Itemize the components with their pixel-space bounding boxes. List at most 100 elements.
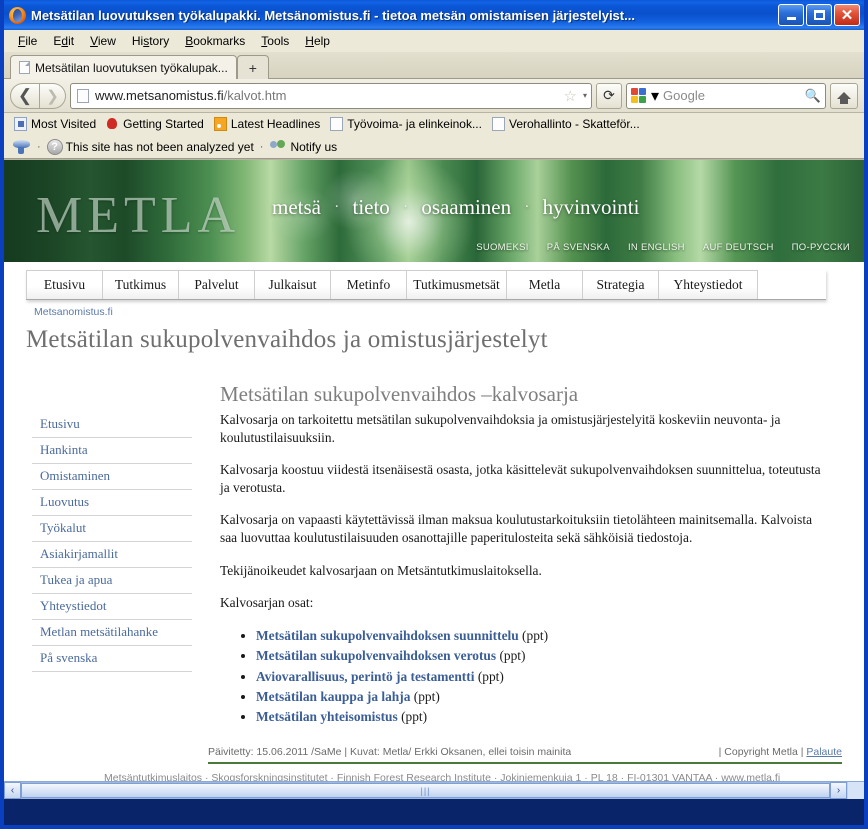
horizontal-scrollbar[interactable]: ‹ ||| ›	[4, 781, 864, 799]
nav-tab-tutkimus[interactable]: Tutkimus	[102, 270, 178, 299]
forward-button[interactable]: ❯	[40, 82, 66, 109]
lang-link-svenska[interactable]: PÅ SVENSKA	[547, 242, 610, 253]
sidebar-item-yhteystiedot[interactable]: Yhteystiedot	[32, 594, 192, 620]
slide-link-aviovarallisuus[interactable]: Aviovarallisuus, perintö ja testamentti	[256, 669, 474, 684]
back-button[interactable]: ❮	[10, 82, 40, 109]
page-footer: Päivitetty: 15.06.2011 /SaMe | Kuvat: Me…	[208, 746, 842, 764]
slide-format: (ppt)	[499, 648, 526, 664]
resize-grip[interactable]	[847, 782, 864, 799]
nav-tab-etusivu[interactable]: Etusivu	[26, 270, 102, 299]
sidebar-item-tyokalut[interactable]: Työkalut	[32, 516, 192, 542]
sidebar-nav: Etusivu Hankinta Omistaminen Luovutus Ty…	[32, 382, 192, 728]
notify-us-link[interactable]: Notify us	[290, 140, 337, 154]
search-icon[interactable]: 🔍	[805, 88, 821, 104]
nav-tab-strategia[interactable]: Strategia	[582, 270, 658, 299]
sidebar-item-hankinta[interactable]: Hankinta	[32, 438, 192, 464]
nav-tab-julkaisut[interactable]: Julkaisut	[254, 270, 330, 299]
sidebar-item-asiakirjamallit[interactable]: Asiakirjamallit	[32, 542, 192, 568]
bookmark-most-visited[interactable]: Most Visited	[12, 116, 102, 132]
sidebar-item-luovutus[interactable]: Luovutus	[32, 490, 192, 516]
slogan-word-3: osaaminen	[421, 195, 512, 219]
menu-item-view[interactable]: View	[82, 32, 124, 50]
tab-label: Metsätilan luovutuksen työkalupak...	[35, 60, 228, 75]
nav-tab-tutkimusmetsat[interactable]: Tutkimusmetsät	[406, 270, 506, 299]
wot-icon[interactable]	[12, 139, 31, 155]
tab-strip: Metsätilan luovutuksen työkalupak... +	[4, 52, 864, 79]
nav-tab-palvelut[interactable]: Palvelut	[178, 270, 254, 299]
reload-button[interactable]: ⟳	[596, 82, 622, 109]
content-paragraph-5: Kalvosarjan osat:	[220, 594, 314, 610]
metla-logo[interactable]: METLA	[36, 186, 240, 245]
home-button[interactable]	[830, 82, 858, 109]
getting-started-icon	[106, 117, 119, 131]
main-content: Metsätilan sukupolvenvaihdos –kalvosarja…	[192, 382, 846, 728]
search-input[interactable]: Google	[663, 88, 801, 103]
browser-chrome: FFileile Edit View History Bookmarks Too…	[4, 30, 864, 160]
slide-link-kauppa-ja-lahja[interactable]: Metsätilan kauppa ja lahja	[256, 689, 410, 704]
scrollbar-track[interactable]: |||	[21, 782, 830, 799]
search-engine-chevron-icon[interactable]: ▾	[651, 86, 659, 106]
site-identity-icon	[77, 88, 89, 103]
back-arrow-icon: ❮	[17, 85, 33, 105]
page-title: Metsätilan sukupolvenvaihdos ja omistusj…	[26, 326, 548, 353]
bookmark-star-icon[interactable]: ☆	[564, 87, 577, 105]
scroll-left-button[interactable]: ‹	[4, 782, 21, 799]
footer-feedback-link[interactable]: Palaute	[806, 746, 842, 758]
separator-dot: ·	[259, 140, 264, 153]
slide-link-yhteisomistus[interactable]: Metsätilan yhteisomistus	[256, 709, 398, 724]
sidebar-item-metlan-metsatilahanke[interactable]: Metlan metsätilahanke	[32, 620, 192, 646]
close-button[interactable]: ✕	[834, 4, 860, 26]
scroll-right-button[interactable]: ›	[830, 782, 847, 799]
maximize-button[interactable]	[806, 4, 832, 26]
menu-item-edit[interactable]: Edit	[45, 32, 82, 50]
slide-set-list: Metsätilan sukupolvenvaihdoksen suunnitt…	[220, 626, 830, 728]
chevron-down-icon[interactable]: ▾	[583, 91, 587, 100]
lang-link-russian[interactable]: ПО-РУССКИ	[792, 242, 850, 253]
list-item: Aviovarallisuus, perintö ja testamentti …	[256, 667, 830, 687]
menu-item-file[interactable]: FFileile	[10, 32, 45, 50]
navigation-toolbar: ❮ ❯ www.metsanomistus.fi/kalvot.htm ☆ ▾ …	[4, 79, 864, 113]
lang-link-english[interactable]: IN ENGLISH	[628, 242, 685, 253]
slogan-word-1: metsä	[272, 195, 321, 219]
menu-item-history[interactable]: History	[124, 32, 177, 50]
bookmark-latest-headlines[interactable]: Latest Headlines	[212, 116, 326, 132]
separator-dot: ·	[37, 140, 41, 153]
breadcrumb[interactable]: Metsanomistus.fi	[4, 300, 864, 318]
slogan-word-4: hyvinvointi	[542, 195, 640, 219]
banner-slogan: metsä · tieto · osaaminen · hyvinvointi	[272, 195, 639, 220]
bookmark-getting-started[interactable]: Getting Started	[104, 116, 210, 132]
lang-link-suomeksi[interactable]: SUOMEKSI	[476, 242, 529, 253]
menu-item-help[interactable]: Help	[297, 32, 338, 50]
lang-link-deutsch[interactable]: AUF DEUTSCH	[703, 242, 774, 253]
nav-tab-metinfo[interactable]: Metinfo	[330, 270, 406, 299]
people-icon	[269, 139, 287, 154]
menu-item-bookmarks[interactable]: Bookmarks	[177, 32, 253, 50]
nav-tab-yhteystiedot[interactable]: Yhteystiedot	[658, 270, 758, 299]
bookmark-label: Getting Started	[123, 117, 204, 131]
sidebar-item-omistaminen[interactable]: Omistaminen	[32, 464, 192, 490]
window-title: Metsätilan luovutuksen työkalupakki. Met…	[31, 7, 635, 23]
addon-status-text: This site has not been analyzed yet	[65, 139, 254, 154]
menu-item-tools[interactable]: Tools	[253, 32, 297, 50]
slide-link-suunnittelu[interactable]: Metsätilan sukupolvenvaihdoksen suunnitt…	[256, 628, 519, 643]
sidebar-item-pa-svenska[interactable]: På svenska	[32, 646, 192, 672]
browser-tab-active[interactable]: Metsätilan luovutuksen työkalupak...	[10, 55, 237, 79]
scrollbar-thumb[interactable]: |||	[21, 783, 830, 798]
browser-window: Metsätilan luovutuksen työkalupakki. Met…	[0, 0, 868, 829]
sidebar-item-etusivu[interactable]: Etusivu	[32, 412, 192, 438]
bookmark-verohallinto[interactable]: Verohallinto - Skatteför...	[490, 116, 646, 132]
minimize-button[interactable]	[778, 4, 804, 26]
question-mark-icon: ?	[46, 138, 63, 155]
new-tab-button[interactable]: +	[236, 55, 269, 79]
addon-status-bar: · ? This site has not been analyzed yet …	[4, 135, 864, 159]
nav-tab-metla[interactable]: Metla	[506, 270, 582, 299]
search-bar[interactable]: ▾ Google 🔍	[626, 82, 826, 109]
content-area: Etusivu Hankinta Omistaminen Luovutus Ty…	[4, 354, 864, 728]
address-bar[interactable]: www.metsanomistus.fi/kalvot.htm ☆ ▾	[70, 82, 592, 109]
language-links: SUOMEKSI PÅ SVENSKA IN ENGLISH AUF DEUTS…	[476, 242, 850, 253]
slide-link-verotus[interactable]: Metsätilan sukupolvenvaihdoksen verotus	[256, 648, 496, 663]
sidebar-item-tukea-ja-apua[interactable]: Tukea ja apua	[32, 568, 192, 594]
firefox-icon	[9, 6, 26, 24]
window-titlebar: Metsätilan luovutuksen työkalupakki. Met…	[4, 0, 864, 30]
bookmark-tyovoima[interactable]: Työvoima- ja elinkeinok...	[328, 116, 488, 132]
